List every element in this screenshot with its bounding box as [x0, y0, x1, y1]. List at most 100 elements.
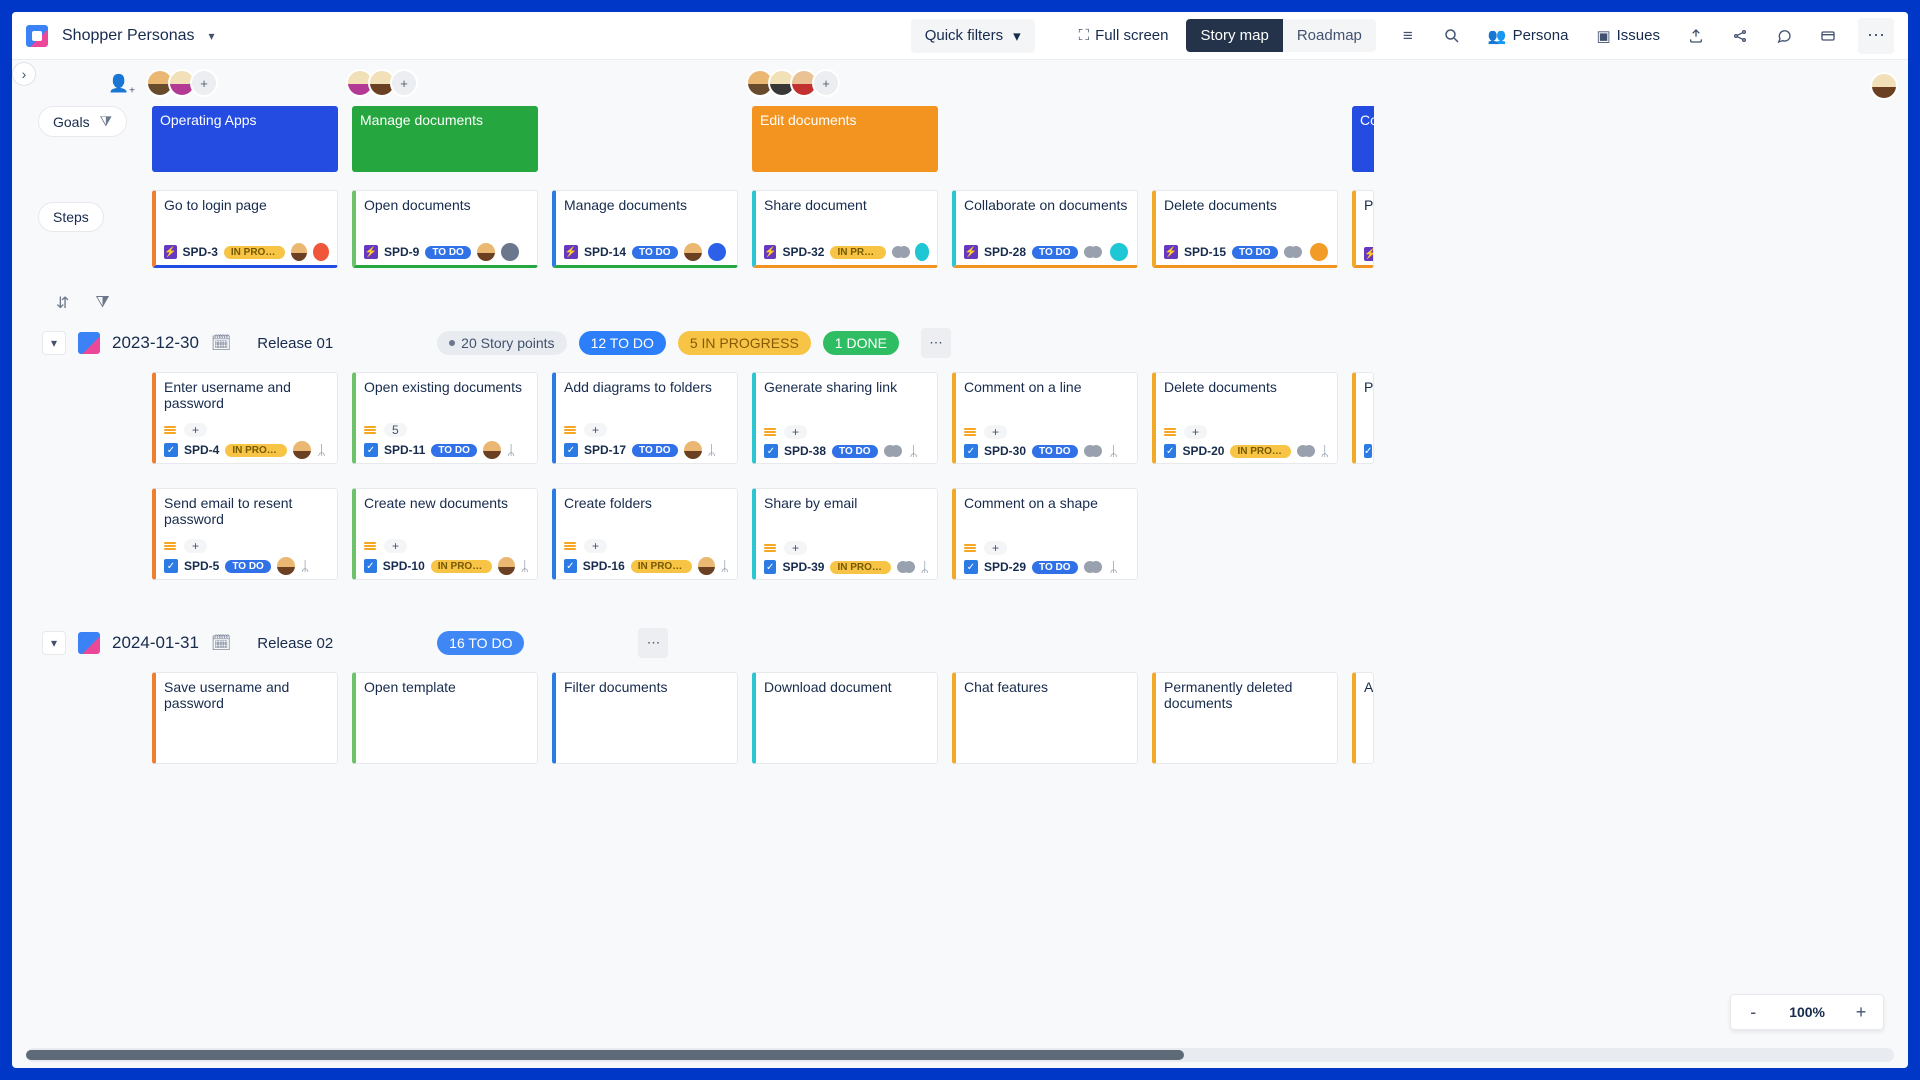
release-2-more[interactable]: ⋯	[638, 628, 668, 658]
share-icon[interactable]	[1722, 18, 1758, 54]
hierarchy-icon[interactable]: ᛦ	[317, 442, 325, 458]
assignee-avatar[interactable]	[1284, 244, 1304, 260]
hierarchy-icon[interactable]: ᛦ	[910, 443, 918, 459]
issue-key[interactable]: SPD-32	[782, 245, 824, 259]
story-card[interactable]: A	[1352, 672, 1374, 764]
issue-key[interactable]: SPD-38	[784, 444, 826, 458]
issue-key[interactable]: SPD-15	[1184, 245, 1226, 259]
subtask-pill[interactable]: +	[1184, 425, 1207, 439]
subtask-pill[interactable]: +	[984, 425, 1007, 439]
issue-key[interactable]: SPD-16	[583, 559, 625, 573]
story-card[interactable]: Share by email +✓SPD-39IN PROG…ᛦ	[752, 488, 938, 580]
filter-icon[interactable]: ⧩	[100, 113, 113, 130]
subtask-pill[interactable]: +	[984, 541, 1007, 555]
expand-sidebar-handle[interactable]: ›	[12, 62, 36, 86]
goal-avatar-stack[interactable]: +	[352, 64, 538, 102]
subtask-pill[interactable]: +	[584, 423, 607, 437]
assignee-avatar[interactable]	[1297, 443, 1315, 459]
hierarchy-icon[interactable]: ᛦ	[921, 559, 929, 575]
release-2-name[interactable]: Release 02	[257, 635, 333, 652]
issue-key[interactable]: SPD-20	[1182, 444, 1224, 458]
assignee-avatar[interactable]	[684, 441, 702, 459]
subtask-pill[interactable]: +	[184, 423, 207, 437]
card-icon[interactable]	[1810, 18, 1846, 54]
hierarchy-icon[interactable]: ᛦ	[301, 558, 309, 574]
assignee-avatar[interactable]	[897, 559, 915, 575]
hierarchy-icon[interactable]: ᛦ	[1110, 443, 1118, 459]
issue-key[interactable]: SPD-28	[984, 245, 1026, 259]
issue-key[interactable]: SPD-39	[782, 560, 824, 574]
step-card[interactable]: Collaborate on documents ⚡SPD-28TO DO	[952, 190, 1138, 268]
issue-key[interactable]: SPD-10	[383, 559, 425, 573]
assignee-avatar[interactable]	[291, 243, 307, 261]
subtask-pill[interactable]: +	[584, 539, 607, 553]
story-card[interactable]: Send email to resent password +✓SPD-5TO …	[152, 488, 338, 580]
story-card[interactable]: Create new documents +✓SPD-10IN PROG…ᛦ	[352, 488, 538, 580]
zoom-in-button[interactable]: +	[1839, 995, 1883, 1029]
goals-lane-label[interactable]: Goals ⧩	[38, 106, 127, 137]
story-card[interactable]: Open existing documents 5✓SPD-11TO DOᛦ	[352, 372, 538, 464]
step-card[interactable]: Delete documents ⚡SPD-15TO DO	[1152, 190, 1338, 268]
step-card[interactable]: Go to login page ⚡SPD-3IN PROG…	[152, 190, 338, 268]
story-card[interactable]: Comment on a shape +✓SPD-29TO DOᛦ	[952, 488, 1138, 580]
collapse-all-icon[interactable]: ⇵	[50, 292, 75, 314]
hierarchy-icon[interactable]: ᛦ	[507, 442, 515, 458]
issues-button[interactable]: ▣ Issues	[1586, 18, 1670, 54]
export-icon[interactable]	[1678, 18, 1714, 54]
hierarchy-icon[interactable]: ᛦ	[1110, 559, 1118, 575]
assignee-avatar[interactable]	[277, 557, 295, 575]
collapse-release-2[interactable]: ▾	[42, 631, 66, 655]
story-card[interactable]: P✓ᛦ	[1352, 372, 1374, 464]
project-title[interactable]: Shopper Personas	[62, 27, 195, 45]
subtask-pill[interactable]: 5	[384, 423, 407, 437]
calendar-icon[interactable]: 🗓	[211, 333, 231, 353]
story-card[interactable]: Create folders +✓SPD-16IN PROG…ᛦ	[552, 488, 738, 580]
zoom-out-button[interactable]: -	[1731, 995, 1775, 1029]
hierarchy-icon[interactable]: ᛦ	[721, 558, 729, 574]
goal-card[interactable]: Cor	[1352, 106, 1374, 172]
story-card[interactable]: Generate sharing link +✓SPD-38TO DOᛦ	[752, 372, 938, 464]
story-card[interactable]: Add diagrams to folders +✓SPD-17TO DOᛦ	[552, 372, 738, 464]
issue-key[interactable]: SPD-17	[584, 443, 626, 457]
step-card[interactable]: Pre ⚡S	[1352, 190, 1374, 268]
quick-filters-button[interactable]: Quick filters ▾	[911, 19, 1035, 53]
canvas[interactable]: Goals ⧩ Steps +++ Operating AppsManage d…	[12, 60, 1908, 1068]
subtask-pill[interactable]: +	[784, 425, 807, 439]
goal-card[interactable]: Manage documents	[352, 106, 538, 172]
assignee-avatar[interactable]	[698, 557, 714, 575]
story-card[interactable]: Comment on a line +✓SPD-30TO DOᛦ	[952, 372, 1138, 464]
hierarchy-icon[interactable]: ᛦ	[1321, 443, 1329, 459]
goal-card[interactable]: Edit documents	[752, 106, 938, 172]
roadmap-tab[interactable]: Roadmap	[1283, 19, 1376, 52]
issue-key[interactable]: SPD-29	[984, 560, 1026, 574]
story-card[interactable]: Enter username and password +✓SPD-4IN PR…	[152, 372, 338, 464]
issue-key[interactable]: SPD-11	[384, 443, 425, 457]
issue-key[interactable]: SPD-9	[384, 245, 419, 259]
step-card[interactable]: Manage documents ⚡SPD-14TO DO	[552, 190, 738, 268]
goal-avatar-stack[interactable]	[552, 64, 738, 102]
search-icon[interactable]	[1434, 18, 1470, 54]
step-card[interactable]: Share document ⚡SPD-32IN PROG…	[752, 190, 938, 268]
assignee-avatar[interactable]	[1084, 559, 1104, 575]
assignee-avatar[interactable]	[293, 441, 311, 459]
chevron-down-icon[interactable]: ▾	[209, 29, 215, 43]
release-1-name[interactable]: Release 01	[257, 335, 333, 352]
release-1-more[interactable]: ⋯	[921, 328, 951, 358]
release-2-date[interactable]: 2024-01-31	[112, 633, 199, 653]
goal-avatar-stack[interactable]: +	[152, 64, 338, 102]
full-screen-button[interactable]: ⛶ Full screen	[1069, 18, 1179, 54]
issue-key[interactable]: SPD-5	[184, 559, 219, 573]
issue-key[interactable]: SPD-30	[984, 444, 1026, 458]
goal-avatar-stack[interactable]: +	[752, 64, 938, 102]
add-persona-icon[interactable]: 👤+	[108, 74, 135, 96]
horizontal-scrollbar[interactable]	[26, 1048, 1894, 1062]
hierarchy-icon[interactable]: ᛦ	[521, 558, 529, 574]
story-card[interactable]: Download document	[752, 672, 938, 764]
issue-key[interactable]: SPD-14	[584, 245, 626, 259]
story-card[interactable]: Save username and password	[152, 672, 338, 764]
assignee-avatar[interactable]	[1084, 443, 1104, 459]
story-card[interactable]: Permanently deleted documents	[1152, 672, 1338, 764]
filter-icon[interactable]: ⧩	[89, 292, 115, 314]
assignee-avatar[interactable]	[483, 441, 501, 459]
steps-lane-label[interactable]: Steps	[38, 202, 104, 232]
